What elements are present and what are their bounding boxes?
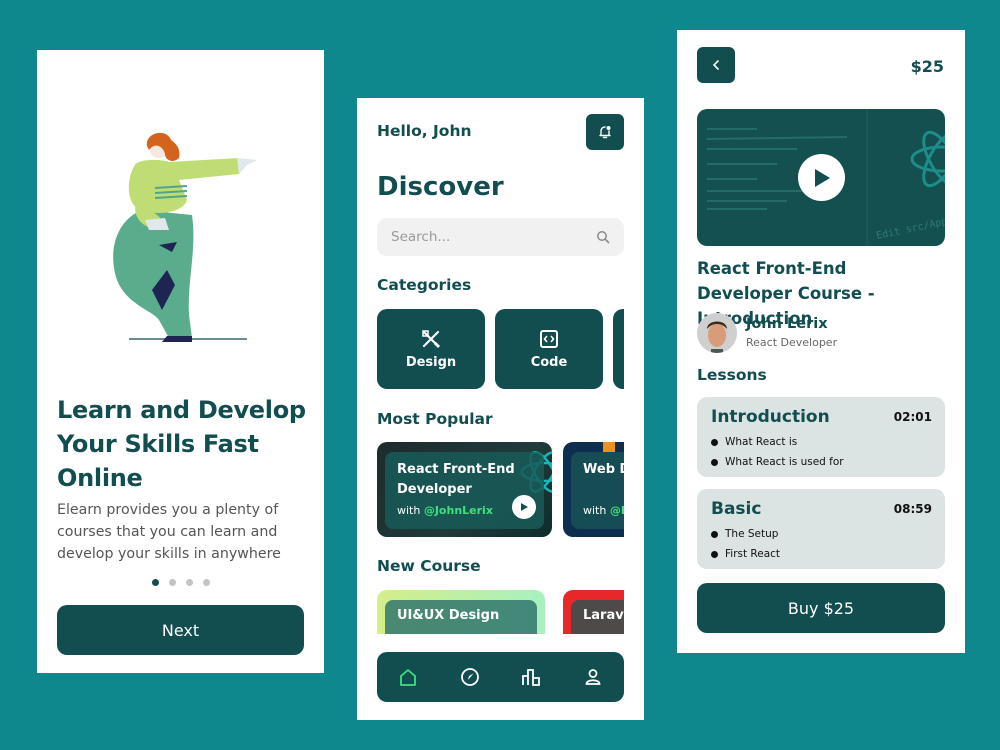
author-handle: @E: [609, 504, 624, 517]
instructor-name: John Lerix: [746, 316, 828, 332]
play-icon: [521, 503, 528, 511]
lessons-heading: Lessons: [697, 366, 767, 384]
popular-course-card[interactable]: Web Develo with @E: [563, 442, 624, 537]
video-caption: Edit src/App.js: [875, 212, 945, 242]
search-icon[interactable]: [596, 230, 610, 244]
new-course-card[interactable]: Larave: [563, 590, 624, 634]
category-code[interactable]: Code: [495, 309, 603, 389]
play-icon: [814, 168, 830, 187]
onboarding-description: Elearn provides you a plenty of courses …: [57, 502, 281, 562]
lesson-duration: 02:01: [893, 410, 932, 424]
course-title: UI&UX Design: [397, 608, 500, 623]
greeting: Hello, John: [377, 122, 472, 140]
onboarding-screen: Learn and Develop Your Skills Fast Onlin…: [37, 50, 324, 673]
popular-courses-list: React Front-End Developer with @JohnLeri…: [377, 442, 624, 537]
course-author: with @E: [583, 504, 624, 517]
new-courses-list: UI&UX Design Larave: [377, 590, 624, 634]
lesson-card[interactable]: Introduction 02:01 What React is What Re…: [697, 397, 945, 477]
categories-list: Design Code: [377, 309, 624, 389]
user-icon: [585, 669, 601, 685]
author-handle: @JohnLerix: [423, 504, 493, 517]
lesson-topic: The Setup: [711, 524, 780, 544]
page-title: Discover: [377, 172, 504, 202]
categories-heading: Categories: [377, 276, 472, 294]
search-bar: [377, 218, 624, 256]
with-label: with: [397, 504, 421, 517]
pagination-dots: [37, 579, 324, 586]
play-button[interactable]: [512, 495, 536, 519]
instructor-role: React Developer: [746, 336, 838, 349]
next-button[interactable]: Next: [57, 605, 304, 655]
pagination-dot-3[interactable]: [185, 579, 193, 586]
category-label: Design: [405, 354, 457, 370]
with-label: with: [583, 504, 607, 517]
badge: [603, 442, 615, 452]
nav-profile[interactable]: [573, 657, 613, 697]
course-title: Larave: [583, 608, 624, 623]
chart-icon: [522, 669, 541, 686]
design-tools-icon: [422, 329, 441, 348]
course-price: $25: [910, 57, 944, 76]
pagination-dot-2[interactable]: [168, 579, 176, 586]
pagination-dot-4[interactable]: [202, 579, 210, 586]
lesson-topic: What React is used for: [711, 452, 844, 472]
lesson-name: Introduction: [711, 407, 830, 427]
most-popular-heading: Most Popular: [377, 410, 493, 428]
onboarding-title: Learn and Develop Your Skills Fast Onlin…: [57, 396, 306, 492]
instructor-avatar: [697, 313, 737, 353]
nav-stats[interactable]: [511, 657, 551, 697]
discover-screen: Hello, John Discover Categories Design: [357, 98, 644, 720]
home-icon: [399, 669, 416, 686]
code-icon: [540, 329, 558, 348]
course-video[interactable]: Edit src/App.js: [697, 109, 945, 246]
nav-explore[interactable]: [450, 657, 490, 697]
play-button[interactable]: [798, 154, 845, 201]
category-more[interactable]: [613, 309, 624, 389]
nav-home[interactable]: [388, 657, 428, 697]
course-author: with @JohnLerix: [397, 504, 493, 517]
avatar-image: [697, 313, 737, 353]
category-label: Code: [530, 354, 568, 370]
buy-button[interactable]: Buy $25: [697, 583, 945, 633]
pagination-dot-1[interactable]: [151, 579, 159, 586]
bell-icon: [599, 126, 611, 139]
new-course-heading: New Course: [377, 557, 481, 575]
lesson-topic: What React is: [711, 432, 844, 452]
course-title: React Front-End Developer: [397, 462, 515, 497]
compass-icon: [460, 668, 479, 686]
search-input[interactable]: [391, 229, 596, 245]
notification-button[interactable]: [586, 114, 624, 150]
lesson-name: Basic: [711, 499, 762, 519]
course-title: Web Develo: [583, 462, 624, 477]
lesson-topic: First React: [711, 544, 780, 564]
category-design[interactable]: Design: [377, 309, 485, 389]
back-button[interactable]: [697, 47, 735, 83]
lesson-topics: The Setup First React: [711, 524, 780, 564]
course-detail-screen: $25 Edit src/App.js React Front-End Deve…: [677, 30, 965, 653]
chevron-left-icon: [712, 60, 719, 70]
lesson-card[interactable]: Basic 08:59 The Setup First React: [697, 489, 945, 569]
new-course-card[interactable]: UI&UX Design: [377, 590, 545, 634]
bottom-navigation: [377, 652, 624, 702]
lesson-topics: What React is What React is used for: [711, 432, 844, 472]
popular-course-card[interactable]: React Front-End Developer with @JohnLeri…: [377, 442, 552, 537]
woman-pointing-illustration: [113, 132, 257, 342]
lesson-duration: 08:59: [893, 502, 932, 516]
